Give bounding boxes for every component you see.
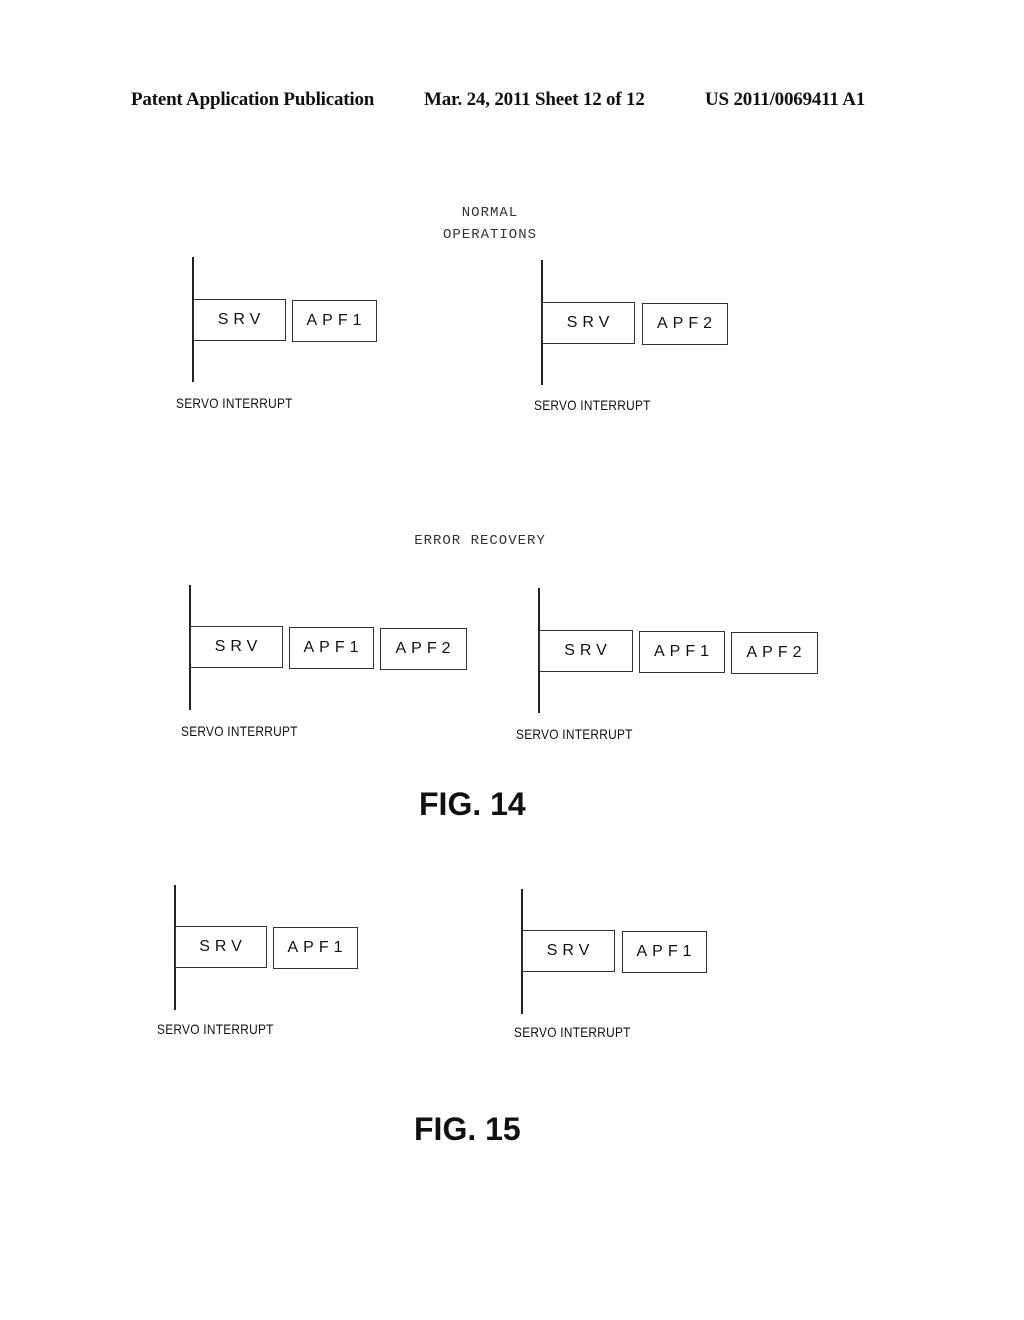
srv-box: SRV <box>539 630 633 672</box>
srv-box: SRV <box>193 299 286 341</box>
srv-box: SRV <box>542 302 635 344</box>
servo-interrupt-caption: SERVO INTERRUPT <box>176 395 293 411</box>
apf1-box: APF1 <box>292 300 377 342</box>
normal-title-line2: OPERATIONS <box>442 227 537 243</box>
apf2-box: APF2 <box>380 628 467 670</box>
apf1-box: APF1 <box>639 631 725 673</box>
normal-title-line1: NORMAL <box>461 205 519 221</box>
error-recovery-title: ERROR RECOVERY <box>414 533 546 549</box>
servo-interrupt-caption: SERVO INTERRUPT <box>534 397 651 413</box>
srv-box: SRV <box>175 926 267 968</box>
apf2-box: APF2 <box>642 303 728 345</box>
servo-interrupt-caption: SERVO INTERRUPT <box>516 726 633 742</box>
apf1-box: APF1 <box>622 931 707 973</box>
servo-interrupt-caption: SERVO INTERRUPT <box>157 1021 274 1037</box>
servo-interrupt-caption: SERVO INTERRUPT <box>181 723 298 739</box>
apf2-box: APF2 <box>731 632 818 674</box>
servo-interrupt-caption: SERVO INTERRUPT <box>514 1024 631 1040</box>
publication-title: Patent Application Publication <box>131 89 375 110</box>
srv-box: SRV <box>190 626 283 668</box>
apf1-box: APF1 <box>273 927 358 969</box>
date-sheet: Mar. 24, 2011 Sheet 12 of 12 <box>424 89 645 110</box>
publication-number: US 2011/0069411 A1 <box>705 89 866 110</box>
srv-box: SRV <box>522 930 615 972</box>
fig15-label: FIG. 15 <box>414 1111 521 1147</box>
apf1-box: APF1 <box>289 627 374 669</box>
fig14-label: FIG. 14 <box>419 786 526 822</box>
